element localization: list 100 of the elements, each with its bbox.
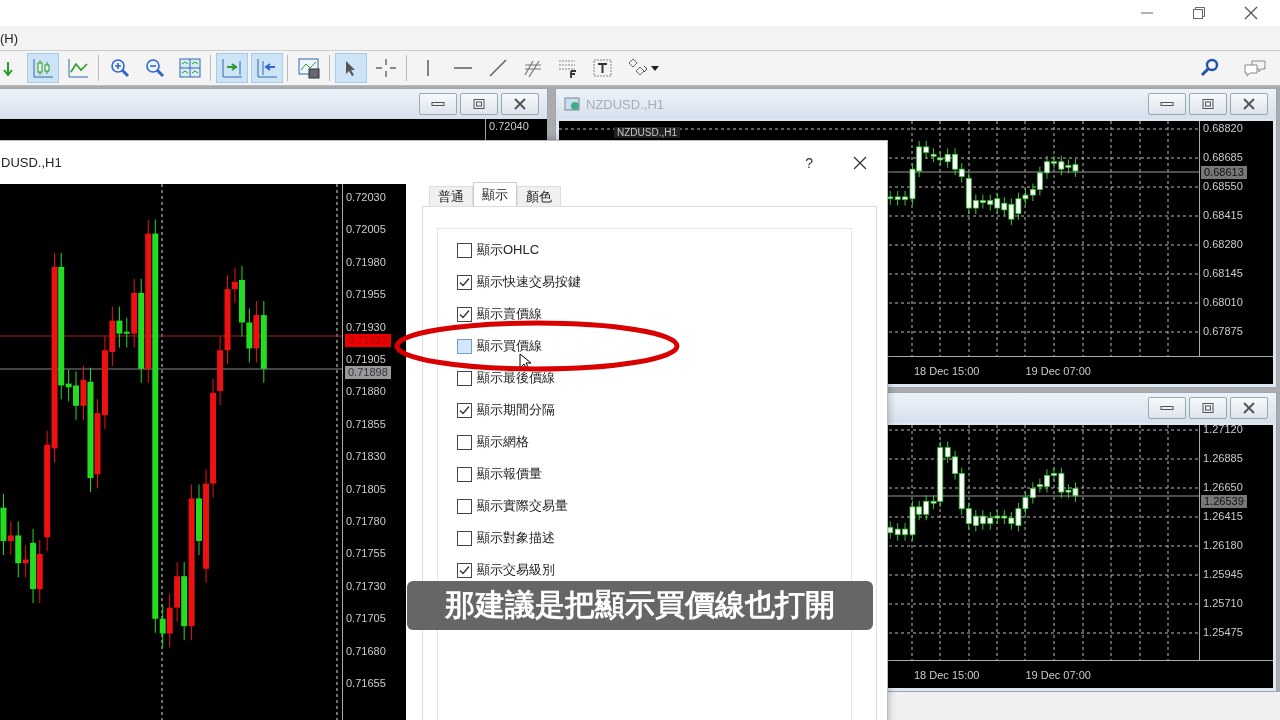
minimize-icon (431, 101, 445, 107)
chart-label: NZDUSD.,H1 (614, 127, 680, 138)
price-label: 0.68010 (1203, 296, 1243, 308)
vline-icon (425, 59, 430, 77)
price-label: 0.71905 (346, 353, 386, 365)
price-label: 0.72040 (489, 120, 529, 132)
price-label: 0.71655 (346, 677, 386, 689)
checkbox[interactable] (457, 370, 472, 386)
close-icon[interactable] (853, 155, 867, 170)
checkbox[interactable] (457, 306, 472, 322)
minimize-button[interactable] (419, 93, 457, 115)
tab[interactable]: 顯示 (473, 182, 517, 206)
crosshair-icon (374, 58, 397, 78)
option-label[interactable]: 顯示賣價線 (477, 305, 542, 323)
close-icon (514, 98, 526, 110)
price-label: 0.71680 (346, 644, 386, 657)
option-label[interactable]: 顯示網格 (477, 433, 529, 451)
subtitle-caption: 那建議是把顯示買價線也打開 (407, 581, 873, 630)
checkbox[interactable] (457, 338, 472, 354)
maximize-icon (1202, 99, 1214, 109)
tab[interactable]: 顏色 (517, 186, 561, 206)
close-button[interactable] (1230, 93, 1268, 115)
price-label: 0.72005 (346, 223, 386, 236)
option-label[interactable]: 顯示最後價線 (477, 369, 555, 387)
minimize-button[interactable] (1148, 397, 1186, 419)
shift-button[interactable] (250, 53, 283, 83)
price-label: 0.71980 (346, 255, 386, 268)
price-label: 1.27120 (1203, 423, 1243, 435)
chart-icon (564, 96, 580, 112)
price-label: 1.26885 (1203, 452, 1243, 464)
time-label: 19 Dec 07:00 (1025, 364, 1091, 377)
cursor-button[interactable] (334, 53, 367, 83)
caret-icon[interactable] (651, 65, 659, 71)
checkbox[interactable] (457, 274, 472, 290)
cursor-icon (345, 59, 356, 77)
text-icon (590, 57, 615, 79)
candles-icon (30, 57, 55, 79)
option-label[interactable]: 顯示期間分隔 (477, 401, 555, 419)
checkbox[interactable] (457, 242, 472, 258)
checkbox[interactable] (457, 530, 472, 546)
option-label[interactable]: 顯示實際交易量 (477, 497, 568, 515)
close-icon[interactable] (1244, 6, 1258, 20)
maximize-button[interactable] (460, 93, 498, 115)
line-chart-icon (65, 57, 90, 79)
option-label[interactable]: 顯示快速交易按鍵 (477, 273, 581, 291)
price-label: 0.68550 (1203, 180, 1243, 192)
close-button[interactable] (501, 93, 539, 115)
price-label: 0.71955 (346, 288, 386, 301)
shift-icon (254, 57, 279, 79)
help-button[interactable]: ? (805, 154, 813, 171)
price-label: 0.71830 (346, 450, 386, 463)
tile-icon (177, 57, 202, 79)
close-button[interactable] (1230, 397, 1268, 419)
minimize-button[interactable] (1148, 93, 1186, 115)
close-icon (1243, 98, 1255, 110)
option-label[interactable]: 顯示報價量 (477, 465, 542, 483)
price-label: 1.26415 (1203, 510, 1243, 522)
tab[interactable]: 普通 (429, 186, 473, 206)
price-label: 0.71805 (346, 482, 386, 495)
menu-item[interactable]: (H) (0, 30, 19, 46)
option-label[interactable]: 顯示交易級別 (477, 561, 555, 579)
checkbox[interactable] (457, 466, 472, 482)
price-label: 0.68685 (1203, 151, 1243, 163)
price-label: 0.71930 (346, 320, 386, 333)
close-icon (1243, 402, 1255, 414)
option-label[interactable]: 顯示OHLC (477, 241, 540, 259)
minimize-icon (1160, 101, 1174, 107)
dialog-title: DUSD.,H1 (1, 155, 62, 170)
price-label: 0.71730 (346, 579, 386, 592)
checkbox[interactable] (457, 562, 472, 578)
price-label: 0.67875 (1203, 325, 1243, 337)
checkbox[interactable] (457, 434, 472, 450)
price-label: 0.71880 (346, 385, 386, 398)
price-label: 1.25945 (1203, 568, 1243, 580)
price-label: 0.68415 (1203, 209, 1243, 221)
price-label: 1.25710 (1203, 597, 1243, 609)
current-price-label: 1.26539 (1201, 495, 1247, 508)
price-label: 1.26650 (1203, 481, 1243, 493)
autoscroll-button[interactable] (215, 53, 248, 83)
time-label: 18 Dec 15:00 (914, 668, 980, 681)
arrow-icon (2, 60, 13, 76)
price-label: 1.26180 (1203, 539, 1243, 551)
checkbox[interactable] (457, 402, 472, 418)
minimize-icon (1160, 405, 1174, 411)
autoscroll-icon (219, 57, 244, 79)
price-label: 0.68820 (1203, 122, 1243, 134)
price-label: 0.71755 (346, 547, 386, 560)
time-label: 19 Dec 07:00 (1025, 668, 1091, 681)
chat-icon (1242, 57, 1267, 79)
restore-icon[interactable] (1192, 6, 1206, 20)
window-title: NZDUSD.,H1 (586, 96, 664, 112)
maximize-button[interactable] (1189, 93, 1227, 115)
price-label: 0.68280 (1203, 238, 1243, 250)
price-label: 1.25475 (1203, 626, 1243, 638)
maximize-button[interactable] (1189, 397, 1227, 419)
option-label[interactable]: 顯示對象描述 (477, 529, 555, 547)
checkbox[interactable] (457, 498, 472, 514)
option-label[interactable]: 顯示買價線 (477, 337, 542, 355)
hline-icon (452, 66, 473, 70)
maximize-icon (473, 99, 485, 109)
